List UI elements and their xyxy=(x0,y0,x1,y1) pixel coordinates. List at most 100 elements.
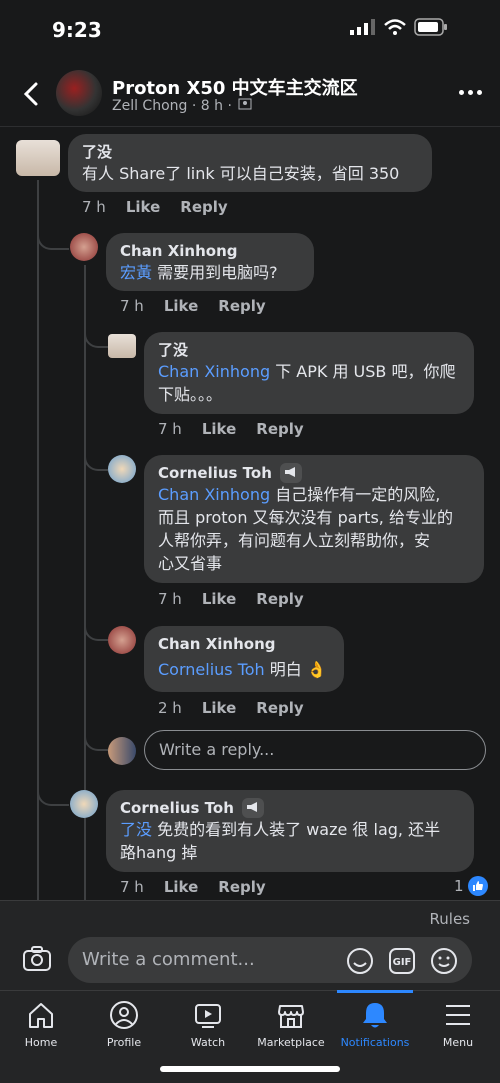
comment-bubble: Chan Xinhong 宏黃 需要用到电脑吗? xyxy=(106,233,314,291)
tab-menu[interactable]: Menu xyxy=(418,1000,498,1049)
mention-link[interactable]: Chan Xinhong xyxy=(158,485,270,504)
comment-bubble: Cornelius Toh Chan Xinhong 自己操作有一定的风险, 而且… xyxy=(144,455,484,583)
comment-time: 7 h xyxy=(158,590,182,608)
megaphone-badge-icon xyxy=(242,798,265,818)
back-icon[interactable] xyxy=(18,80,46,108)
svg-text:GIF: GIF xyxy=(393,957,412,968)
like-button[interactable]: Like xyxy=(164,297,198,315)
like-button[interactable]: Like xyxy=(202,699,236,717)
post-author-time: Zell Chong · 8 h · xyxy=(112,98,232,114)
reply-button[interactable]: Reply xyxy=(256,699,303,717)
comment-actions: 7 h Like Reply xyxy=(120,878,266,896)
comment-text: 宏黃 需要用到电脑吗? xyxy=(120,263,278,282)
reaction-count[interactable]: 1 xyxy=(454,876,488,896)
comment-text: Cornelius Toh 明白 👌 xyxy=(158,660,327,679)
comment-text: Chan Xinhong 自己操作有一定的风险, 而且 proton 又每次没有 … xyxy=(158,485,453,573)
group-privacy-icon xyxy=(238,98,252,110)
comment-time: 7 h xyxy=(82,198,106,216)
comment-bubble: 了没 有人 Share了 link 可以自己安装，省回 350 xyxy=(68,134,432,192)
like-button[interactable]: Like xyxy=(164,878,198,896)
like-button[interactable]: Like xyxy=(202,590,236,608)
thread-connector xyxy=(84,445,108,471)
active-tab-indicator xyxy=(337,990,413,993)
comment-author[interactable]: Chan Xinhong xyxy=(158,634,330,654)
comment-time: 2 h xyxy=(158,699,182,717)
status-time: 9:23 xyxy=(52,18,102,42)
status-icons xyxy=(350,18,448,36)
comment-time: 7 h xyxy=(158,420,182,438)
more-options-button[interactable] xyxy=(459,90,482,95)
comment-author-row: Cornelius Toh xyxy=(120,798,460,818)
comment-author[interactable]: 了没 xyxy=(158,340,460,360)
battery-icon xyxy=(414,18,447,36)
thread-connector xyxy=(84,322,108,348)
reply-input[interactable]: Write a reply... xyxy=(144,730,486,770)
comment-author[interactable]: 了没 xyxy=(82,142,418,162)
reply-button[interactable]: Reply xyxy=(218,878,265,896)
comment-time: 7 h xyxy=(120,297,144,315)
comment-author[interactable]: Cornelius Toh xyxy=(120,799,234,817)
thread-connector xyxy=(84,725,108,751)
megaphone-badge-icon xyxy=(280,463,303,483)
current-user-avatar xyxy=(108,737,136,765)
gif-icon[interactable]: GIF xyxy=(388,947,416,975)
mention-link[interactable]: Chan Xinhong xyxy=(158,362,270,381)
comment-bubble: Cornelius Toh 了没 免费的看到有人装了 waze 很 lag, 还… xyxy=(106,790,474,872)
comment-bubble: Chan Xinhong Cornelius Toh 明白 👌 xyxy=(144,626,344,692)
like-reaction-icon xyxy=(467,876,488,896)
like-button[interactable]: Like xyxy=(202,420,236,438)
comment-text: 有人 Share了 link 可以自己安装，省回 350 xyxy=(82,164,400,183)
reply-button[interactable]: Reply xyxy=(256,590,303,608)
thread-connector xyxy=(84,615,108,641)
avatar[interactable] xyxy=(70,790,98,818)
tab-notifications[interactable]: Notifications xyxy=(335,1000,415,1049)
post-subtitle: Zell Chong · 8 h · xyxy=(112,98,252,114)
profile-icon xyxy=(110,1001,138,1029)
comment-text: Chan Xinhong 下 APK 用 USB 吧，你爬 下贴。。。 xyxy=(158,362,456,404)
tab-profile[interactable]: Profile xyxy=(84,1000,164,1049)
comment-actions: 7 h Like Reply xyxy=(120,297,266,315)
comment-actions: 2 h Like Reply xyxy=(158,699,304,717)
reply-button[interactable]: Reply xyxy=(180,198,227,216)
avatar[interactable] xyxy=(70,233,98,261)
home-icon xyxy=(29,1003,53,1028)
group-avatar[interactable] xyxy=(56,70,102,116)
watch-icon xyxy=(195,1004,221,1028)
comment-author-row: Cornelius Toh xyxy=(158,463,470,483)
comment-actions: 7 h Like Reply xyxy=(82,198,228,216)
ok-hand-icon: 👌 xyxy=(301,660,327,679)
thread-connector xyxy=(37,220,69,250)
wifi-icon xyxy=(384,19,406,35)
mention-link[interactable]: 宏黃 xyxy=(120,263,152,282)
marketplace-icon xyxy=(278,1005,304,1028)
tab-watch[interactable]: Watch xyxy=(168,1000,248,1049)
comment-actions: 7 h Like Reply xyxy=(158,590,304,608)
mention-link[interactable]: 了没 xyxy=(120,820,152,839)
signal-icon xyxy=(350,19,375,35)
rules-link[interactable]: Rules xyxy=(430,910,470,928)
avatar[interactable] xyxy=(108,334,136,358)
comment-bubble: 了没 Chan Xinhong 下 APK 用 USB 吧，你爬 下贴。。。 xyxy=(144,332,474,414)
home-indicator xyxy=(160,1066,340,1072)
reply-button[interactable]: Reply xyxy=(218,297,265,315)
comment-time: 7 h xyxy=(120,878,144,896)
mention-link[interactable]: Cornelius Toh xyxy=(158,660,265,679)
avatar[interactable] xyxy=(16,140,60,176)
comment-text: 了没 免费的看到有人装了 waze 很 lag, 还半 路hang 掉 xyxy=(120,820,441,862)
comment-author[interactable]: Cornelius Toh xyxy=(158,464,272,482)
bell-icon xyxy=(363,1003,387,1028)
camera-icon[interactable] xyxy=(22,945,52,973)
like-button[interactable]: Like xyxy=(126,198,160,216)
comment-author[interactable]: Chan Xinhong xyxy=(120,241,300,261)
reply-button[interactable]: Reply xyxy=(256,420,303,438)
emoji-icon[interactable] xyxy=(430,947,458,975)
sticker-icon[interactable] xyxy=(346,947,374,975)
tab-home[interactable]: Home xyxy=(1,1000,81,1049)
menu-icon xyxy=(446,1005,470,1025)
avatar[interactable] xyxy=(108,626,136,654)
avatar[interactable] xyxy=(108,455,136,483)
comment-actions: 7 h Like Reply xyxy=(158,420,304,438)
group-title[interactable]: Proton X50 中文车主交流区 xyxy=(112,74,358,100)
tab-marketplace[interactable]: Marketplace xyxy=(251,1000,331,1049)
thread-connector xyxy=(37,780,69,806)
